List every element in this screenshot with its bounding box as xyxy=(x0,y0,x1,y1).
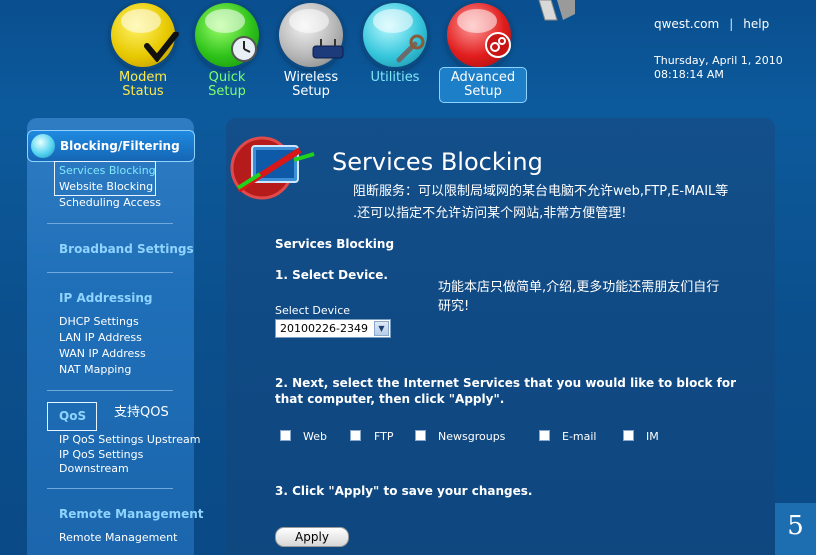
service-label-ftp: FTP xyxy=(374,430,394,443)
header-date: Thursday, April 1, 2010 xyxy=(654,54,783,67)
sidebar-item-scheduling-access[interactable]: Scheduling Access xyxy=(59,196,161,209)
qwest-link[interactable]: qwest.com xyxy=(654,17,719,31)
page-title: Services Blocking xyxy=(332,148,543,176)
select-device-dropdown[interactable]: 20100226-2349 ▼ xyxy=(275,319,391,338)
annotation-line-2: .还可以指定不允许访问某个网站,非常方便管理! xyxy=(353,206,627,221)
services-blocking-icon xyxy=(230,136,315,200)
select-device-label: Select Device xyxy=(275,304,351,317)
page-number-badge: 5 xyxy=(775,503,816,555)
main-panel: Services Blocking 阻断服务：可以限制局域网的某台电脑不允许we… xyxy=(226,118,775,555)
note: 功能本店只做简单,介绍,更多功能还需朋友们自行 研究! xyxy=(438,278,719,316)
nav-wireless-setup-label: Wireless Setup xyxy=(283,70,339,99)
bulb-icon xyxy=(31,134,55,158)
nav-utilities[interactable]: Utilities xyxy=(353,0,437,108)
service-label-email: E-mail xyxy=(562,430,597,443)
checkbox-email[interactable] xyxy=(539,430,550,441)
section-title: Services Blocking xyxy=(275,237,395,251)
sidebar-cat-remote-management[interactable]: Remote Management xyxy=(59,507,204,521)
step-2: 2. Next, select the Internet Services th… xyxy=(275,376,737,406)
service-label-web: Web xyxy=(303,430,327,443)
annotation-line-1: 阻断服务：可以限制局域网的某台电脑不允许web,FTP,E-MAIL等 xyxy=(353,184,729,199)
gears-icon xyxy=(485,32,511,58)
wrench-icon xyxy=(396,34,425,63)
sidebar-item-remote-management[interactable]: Remote Management xyxy=(59,531,177,544)
step-3: 3. Click "Apply" to save your changes. xyxy=(275,484,533,498)
sidebar-item-qos-settings[interactable]: IP QoS Settings xyxy=(59,448,143,461)
top-navigation: Modem Status Quick Setup Wireless Setup … xyxy=(95,0,527,110)
checkmark-icon xyxy=(144,32,179,62)
nav-utilities-label: Utilities xyxy=(370,70,420,85)
nav-wireless-setup[interactable]: Wireless Setup xyxy=(269,0,353,108)
sidebar-cat-ip-addressing[interactable]: IP Addressing xyxy=(59,291,153,305)
nav-modem-status-label: Modem Status xyxy=(118,70,168,99)
select-device-value: 20100226-2349 xyxy=(280,322,368,335)
step-1: 1. Select Device. xyxy=(275,268,388,282)
nav-advanced-setup[interactable]: Advanced Setup xyxy=(437,0,527,108)
nav-modem-status[interactable]: Modem Status xyxy=(101,0,185,108)
nav-quick-setup[interactable]: Quick Setup xyxy=(185,0,269,108)
sidebar-item-qos-downstream[interactable]: Downstream xyxy=(59,462,129,475)
note-line-1: 功能本店只做简单,介绍,更多功能还需朋友们自行 xyxy=(438,280,720,295)
datetime: Thursday, April 1, 2010 08:18:14 AM xyxy=(654,54,783,82)
header-links: qwest.com | help xyxy=(654,17,769,31)
help-link[interactable]: help xyxy=(743,17,769,31)
service-label-im: IM xyxy=(646,430,659,443)
sidebar-cat-qos[interactable]: QoS xyxy=(59,409,86,423)
checkbox-ftp[interactable] xyxy=(350,430,361,441)
checkbox-im[interactable] xyxy=(623,430,634,441)
header-time: 08:18:14 AM xyxy=(654,68,724,81)
sidebar: Blocking/Filtering Services Blocking Web… xyxy=(27,118,204,555)
modem-device-icon xyxy=(538,0,575,21)
sidebar-cat-broadband-settings[interactable]: Broadband Settings xyxy=(59,242,194,256)
note-line-2: 研究! xyxy=(438,299,470,314)
clock-icon xyxy=(231,36,257,62)
service-label-newsgroups: Newsgroups xyxy=(438,430,506,443)
sidebar-divider xyxy=(47,223,173,224)
sidebar-divider xyxy=(47,390,173,391)
sidebar-divider xyxy=(47,488,173,489)
sidebar-item-services-blocking[interactable]: Services Blocking xyxy=(59,164,156,177)
chevron-down-icon[interactable]: ▼ xyxy=(374,321,389,336)
nav-advanced-setup-label: Advanced Setup xyxy=(439,67,527,103)
sidebar-item-website-blocking[interactable]: Website Blocking xyxy=(59,180,153,193)
checkbox-newsgroups[interactable] xyxy=(415,430,426,441)
sidebar-item-qos-upstream[interactable]: IP QoS Settings Upstream xyxy=(59,433,200,446)
router-icon xyxy=(312,39,344,59)
apply-button[interactable]: Apply xyxy=(275,527,349,547)
qos-annotation: 支持QOS xyxy=(114,405,169,420)
sidebar-item-dhcp-settings[interactable]: DHCP Settings xyxy=(59,315,139,328)
checkbox-web[interactable] xyxy=(280,430,291,441)
sidebar-heading-blocking-filtering[interactable]: Blocking/Filtering xyxy=(27,130,195,162)
sidebar-item-wan-ip[interactable]: WAN IP Address xyxy=(59,347,146,360)
sidebar-item-nat-mapping[interactable]: NAT Mapping xyxy=(59,363,131,376)
header-separator: | xyxy=(729,17,734,31)
nav-quick-setup-label: Quick Setup xyxy=(208,70,246,99)
sidebar-heading-label: Blocking/Filtering xyxy=(60,139,180,153)
sidebar-item-lan-ip[interactable]: LAN IP Address xyxy=(59,331,142,344)
sidebar-divider xyxy=(47,272,173,273)
